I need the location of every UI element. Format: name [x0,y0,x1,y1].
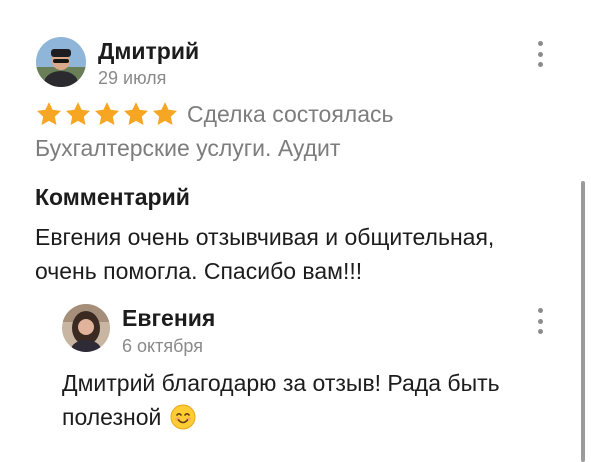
comment-text: Евгения очень отзывчивая и общительная, … [35,224,495,284]
star-icon [65,102,91,125]
review-more-options-icon[interactable] [534,41,546,67]
reviewer-avatar[interactable] [36,37,86,87]
scrollbar[interactable] [581,181,585,462]
deal-status: Сделка состоялась [187,100,394,127]
reply-more-options-icon[interactable] [534,308,546,334]
reply-text: Дмитрий благодарю за отзыв! Рада быть по… [62,366,562,434]
star-icon [123,102,149,125]
review-card: Дмитрий 29 июля Сделка состоялась Бухгал… [0,0,591,462]
rating-stars [35,100,179,128]
star-icon [36,102,62,125]
rating-row: Сделка состоялась [35,100,394,128]
replier-name[interactable]: Евгения [122,305,215,332]
star-icon [152,102,178,125]
replier-avatar[interactable] [62,304,110,352]
comment-heading: Комментарий [35,184,190,210]
review-date: 29 июля [98,68,167,88]
reply-date: 6 октября [122,336,203,356]
reviewer-name[interactable]: Дмитрий [98,38,199,65]
star-icon [94,102,120,125]
reply-text-content: Дмитрий благодарю за отзыв! Рада быть по… [62,370,500,430]
service-category: Бухгалтерские услуги. Аудит [35,135,341,161]
smiling-face-emoji-icon [170,404,196,430]
